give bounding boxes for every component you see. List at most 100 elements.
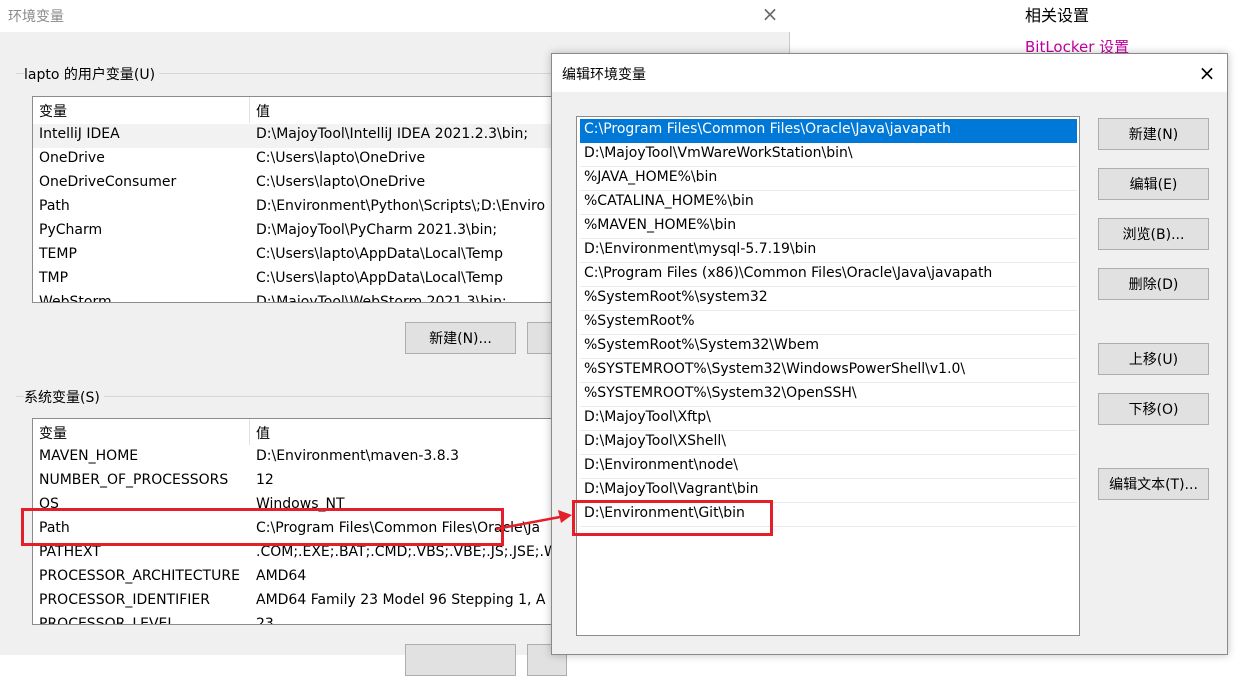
path-entry-text: %SYSTEMROOT%\System32\WindowsPowerShell\… — [584, 361, 966, 377]
path-entry-text: %MAVEN_HOME%\bin — [584, 217, 737, 233]
user-variables-label: lapto 的用户变量(U) — [24, 64, 160, 84]
path-entry-text: D:\MajoyTool\XShell\ — [584, 433, 726, 449]
list-item[interactable]: %SystemRoot%\System32\Wbem — [580, 335, 1077, 359]
variable-value: C:\Users\lapto\OneDrive — [256, 174, 426, 190]
user-new-button[interactable]: 新建(N)... — [405, 322, 516, 354]
list-item[interactable]: C:\Program Files (x86)\Common Files\Orac… — [580, 263, 1077, 287]
variable-name: PyCharm — [39, 222, 103, 238]
column-header-name[interactable]: 变量 — [39, 423, 67, 443]
list-item[interactable]: D:\Environment\node\ — [580, 455, 1077, 479]
related-settings-title: 相关设置 — [1025, 6, 1090, 25]
user-variables-list[interactable]: 变量 值 IntelliJ IDEA D:\MajoyTool\IntelliJ … — [32, 96, 562, 303]
list-item[interactable]: %JAVA_HOME%\bin — [580, 167, 1077, 191]
new-button[interactable]: 新建(N) — [1098, 118, 1209, 150]
variable-value: D:\Environment\Python\Scripts\;D:\Enviro — [256, 198, 546, 214]
list-item[interactable]: D:\Environment\mysql-5.7.19\bin — [580, 239, 1077, 263]
variable-name: MAVEN_HOME — [39, 448, 139, 464]
table-row[interactable]: TEMP C:\Users\lapto\AppData\Local\Temp — [33, 244, 561, 268]
close-icon[interactable]: × — [760, 2, 780, 26]
path-entry-text: D:\MajoyTool\VmWareWorkStation\bin\ — [584, 145, 853, 161]
edit-text-button[interactable]: 编辑文本(T)... — [1098, 468, 1209, 500]
browse-button[interactable]: 浏览(B)... — [1098, 218, 1209, 250]
system-new-button[interactable] — [405, 644, 516, 676]
table-row[interactable]: PROCESSOR_IDENTIFIER AMD64 Family 23 Mode… — [33, 590, 561, 614]
path-highlight-box — [21, 508, 504, 546]
list-item[interactable]: D:\MajoyTool\VmWareWorkStation\bin\ — [580, 143, 1077, 167]
variable-name: OneDriveConsumer — [39, 174, 177, 190]
move-up-button[interactable]: 上移(U) — [1098, 343, 1209, 375]
variable-value: D:\MajoyTool\IntelliJ IDEA 2021.2.3\bin; — [256, 126, 529, 142]
table-row[interactable]: PROCESSOR_LEVEL 23 — [33, 614, 561, 625]
edit-button[interactable]: 编辑(E) — [1098, 168, 1209, 200]
variable-value: AMD64 — [256, 568, 307, 584]
table-row[interactable]: WebStorm D:\MajoyTool\WebStorm 2021.3\bin… — [33, 292, 561, 303]
move-down-button[interactable]: 下移(O) — [1098, 393, 1209, 425]
env-window-titlebar: 环境变量 × — [0, 0, 790, 32]
path-entry-text: %SystemRoot% — [584, 313, 695, 329]
list-item[interactable]: D:\MajoyTool\XShell\ — [580, 431, 1077, 455]
table-row[interactable]: TMP C:\Users\lapto\AppData\Local\Temp — [33, 268, 561, 292]
list-item[interactable]: %SystemRoot% — [580, 311, 1077, 335]
git-path-highlight-box — [572, 500, 773, 536]
list-item[interactable]: %MAVEN_HOME%\bin — [580, 215, 1077, 239]
column-header-value[interactable]: 值 — [256, 101, 270, 121]
list-item[interactable]: %CATALINA_HOME%\bin — [580, 191, 1077, 215]
system-variables-label: 系统变量(S) — [24, 387, 104, 407]
variable-value: D:\Environment\maven-3.8.3 — [256, 448, 459, 464]
env-window-title: 环境变量 — [8, 9, 64, 25]
variable-name: TEMP — [39, 246, 77, 262]
path-entry-text: D:\MajoyTool\Vagrant\bin — [584, 481, 759, 497]
edit-dialog-titlebar: 编辑环境变量 × — [552, 54, 1227, 92]
table-row[interactable]: PyCharm D:\MajoyTool\PyCharm 2021.3\bin; — [33, 220, 561, 244]
variable-name: PATHEXT — [39, 544, 101, 560]
list-item[interactable]: %SYSTEMROOT%\System32\OpenSSH\ — [580, 383, 1077, 407]
table-row[interactable]: PROCESSOR_ARCHITECTURE AMD64 — [33, 566, 561, 590]
table-row[interactable]: IntelliJ IDEA D:\MajoyTool\IntelliJ IDEA … — [33, 124, 561, 148]
table-row[interactable]: Path D:\Environment\Python\Scripts\;D:\En… — [33, 196, 561, 220]
variable-name: IntelliJ IDEA — [39, 126, 120, 142]
column-header-name[interactable]: 变量 — [39, 101, 67, 121]
variable-value: AMD64 Family 23 Model 96 Stepping 1, A — [256, 592, 546, 608]
variable-name: PROCESSOR_ARCHITECTURE — [39, 568, 240, 584]
variable-value: D:\MajoyTool\PyCharm 2021.3\bin; — [256, 222, 498, 238]
path-entry-text: D:\Environment\node\ — [584, 457, 738, 473]
table-row[interactable]: NUMBER_OF_PROCESSORS 12 — [33, 470, 561, 494]
variable-value: D:\MajoyTool\WebStorm 2021.3\bin; — [256, 294, 507, 303]
edit-dialog-title: 编辑环境变量 — [562, 67, 646, 83]
variable-value: .COM;.EXE;.BAT;.CMD;.VBS;.VBE;.JS;.JSE;.… — [256, 544, 558, 560]
path-entry-text: %JAVA_HOME%\bin — [584, 169, 718, 185]
delete-button[interactable]: 删除(D) — [1098, 268, 1209, 300]
variable-name: PROCESSOR_IDENTIFIER — [39, 592, 210, 608]
variable-value: C:\Users\lapto\AppData\Local\Temp — [256, 246, 504, 262]
red-arrow-icon — [495, 510, 572, 531]
column-header-value[interactable]: 值 — [256, 423, 270, 443]
variable-value: 23 — [256, 616, 274, 625]
close-icon[interactable]: × — [1196, 61, 1218, 85]
path-entry-text: D:\MajoyTool\Xftp\ — [584, 409, 711, 425]
variable-name: Path — [39, 198, 70, 214]
variable-name: NUMBER_OF_PROCESSORS — [39, 472, 229, 488]
list-header: 变量 值 — [33, 97, 561, 123]
list-header: 变量 值 — [33, 419, 561, 445]
variable-value: 12 — [256, 472, 274, 488]
list-item[interactable]: %SystemRoot%\system32 — [580, 287, 1077, 311]
table-row[interactable]: OneDrive C:\Users\lapto\OneDrive — [33, 148, 561, 172]
edit-environment-variable-dialog: 编辑环境变量 × C:\Program Files\Common Files\O… — [551, 53, 1228, 655]
variable-name: WebStorm — [39, 294, 112, 303]
column-divider — [249, 97, 250, 123]
path-entry-text: %CATALINA_HOME%\bin — [584, 193, 754, 209]
path-entry-text: %SystemRoot%\system32 — [584, 289, 768, 305]
path-entry-text: C:\Program Files (x86)\Common Files\Orac… — [584, 265, 993, 281]
list-item[interactable]: C:\Program Files\Common Files\Oracle\Jav… — [580, 119, 1077, 143]
variable-value: C:\Users\lapto\OneDrive — [256, 150, 426, 166]
list-item[interactable]: %SYSTEMROOT%\System32\WindowsPowerShell\… — [580, 359, 1077, 383]
table-row[interactable]: MAVEN_HOME D:\Environment\maven-3.8.3 — [33, 446, 561, 470]
table-row[interactable]: OneDriveConsumer C:\Users\lapto\OneDrive — [33, 172, 561, 196]
path-entry-text: C:\Program Files\Common Files\Oracle\Jav… — [584, 121, 951, 137]
list-item[interactable]: D:\MajoyTool\Xftp\ — [580, 407, 1077, 431]
path-entry-text: %SystemRoot%\System32\Wbem — [584, 337, 819, 353]
path-entries-list[interactable]: C:\Program Files\Common Files\Oracle\Jav… — [576, 116, 1080, 636]
variable-value: C:\Users\lapto\AppData\Local\Temp — [256, 270, 504, 286]
path-entry-text: D:\Environment\mysql-5.7.19\bin — [584, 241, 817, 257]
variable-name: OneDrive — [39, 150, 105, 166]
